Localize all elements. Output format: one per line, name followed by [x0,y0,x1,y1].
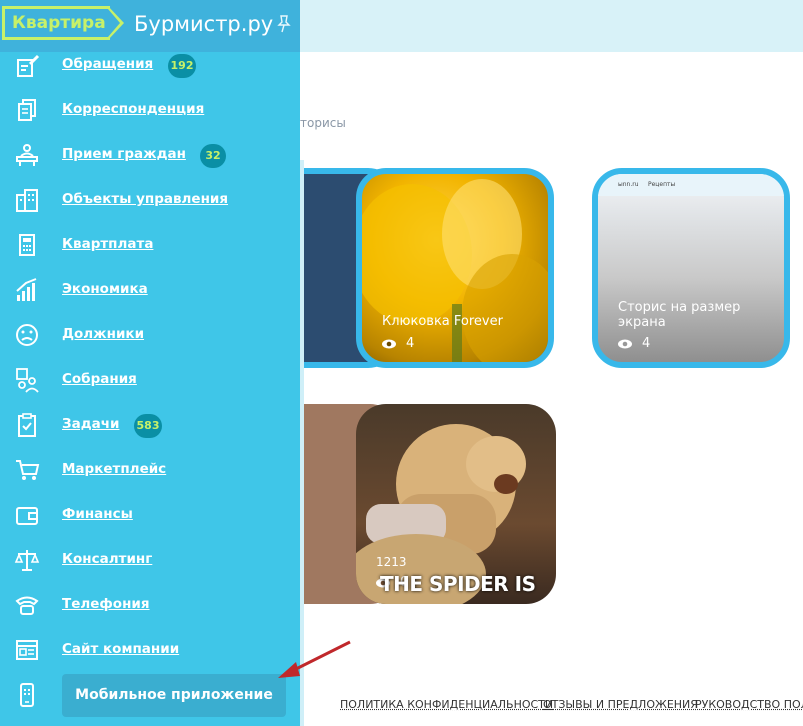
sidebar-item-label: Экономика [62,281,148,297]
eye-icon [618,339,632,349]
sidebar-item-label: Квартплата [62,236,153,252]
sidebar-item-label: Корреспонденция [62,101,204,117]
sidebar-item-economy[interactable]: Экономика [0,269,300,313]
eye-icon [382,339,396,349]
logo-badge[interactable]: Квартира [2,6,110,40]
pin-icon[interactable] [276,14,292,34]
story-views-count: 4 [406,336,414,351]
website-icon [14,637,40,663]
sidebar-item-objects[interactable]: Объекты управления [0,179,300,223]
sad-face-icon [14,322,40,348]
sidebar-item-reception[interactable]: Прием граждан 32 [0,134,300,178]
count-badge: 192 [168,54,196,78]
sidebar-item-label: Обращения [62,56,153,72]
annotation-arrow-icon [270,636,360,682]
sidebar-item-label: Объекты управления [62,191,228,207]
sidebar-item-website[interactable]: Сайт компании [0,629,300,673]
footer-link-guide[interactable]: РУКОВОДСТВО ПОЛЬ [695,698,803,711]
sidebar-item-label: Должники [62,326,144,342]
sidebar-item-label: Задачи [62,416,119,432]
story-views: 4 [382,336,414,351]
mobile-app-icon [14,682,40,708]
mobile-app-button[interactable]: Мобильное приложение [62,674,286,717]
reception-icon [14,142,40,168]
story-card[interactable]: Клюковка Forever 4 [356,168,554,368]
sidebar-item-label: Сайт компании [62,641,179,657]
scales-icon [14,547,40,573]
task-clipboard-icon [14,412,40,438]
sidebar-item-label: Консалтинг [62,551,152,567]
footer-link-feedback[interactable]: ОТЗЫВЫ И ПРЕДЛОЖЕНИЯ [543,698,698,711]
sidebar-item-telephony[interactable]: Телефония [0,584,300,628]
browser-tab-label: Рецепты [648,181,675,188]
story-views: 4 [618,336,650,351]
story-browser-screenshot: ыnn.ru Рецепты [598,174,790,196]
sidebar-item-label: Телефония [62,596,150,612]
story-title: Клюковка Forever [382,314,503,329]
sidebar-item-tasks[interactable]: Задачи 583 [0,404,300,448]
logo-arrow-inner [108,9,120,37]
story-card[interactable]: 1213 0 THE SPIDER IS [356,404,556,604]
sidebar-item-meetings[interactable]: Собрания [0,359,300,403]
logo-site-name[interactable]: Бурмистр.ру [134,12,273,36]
sidebar-item-appeals[interactable]: Обращения 192 [0,44,300,88]
chart-icon [14,277,40,303]
buildings-icon [14,187,40,213]
calculator-icon [14,232,40,258]
story-views-count: 4 [642,336,650,351]
sidebar-item-correspondence[interactable]: Корреспонденция [0,89,300,133]
story-title: Сторис на размер экрана [618,300,768,330]
sidebar-item-consulting[interactable]: Консалтинг [0,539,300,583]
breadcrumb[interactable]: торисы [300,116,346,130]
cart-icon [14,457,40,483]
meme-caption: THE SPIDER IS [380,572,535,596]
people-icon [14,367,40,393]
browser-tab-label: ыnn.ru [618,181,639,188]
phone-icon [14,592,40,618]
count-badge: 583 [134,414,162,438]
logo-brand: Квартира [12,13,106,33]
sidebar-item-label: Маркетплейс [62,461,166,477]
footer-link-privacy[interactable]: ПОЛИТИКА КОНФИДЕНЦИАЛЬНОСТИ [340,698,553,711]
count-badge: 32 [200,144,226,168]
sidebar-item-label: Собрания [62,371,137,387]
story-card[interactable]: ыnn.ru Рецепты Сторис на размер экрана 4 [592,168,790,368]
appeal-edit-icon [14,52,40,78]
story-title: 1213 [376,555,407,569]
sidebar-item-label: Финансы [62,506,133,522]
sidebar-item-marketplace[interactable]: Маркетплейс [0,449,300,493]
documents-icon [14,97,40,123]
sidebar-item-debtors[interactable]: Должники [0,314,300,358]
sidebar-item-label: Прием граждан [62,146,186,162]
sidebar-item-rent[interactable]: Квартплата [0,224,300,268]
sidebar-item-finance[interactable]: Финансы [0,494,300,538]
wallet-icon [14,502,40,528]
